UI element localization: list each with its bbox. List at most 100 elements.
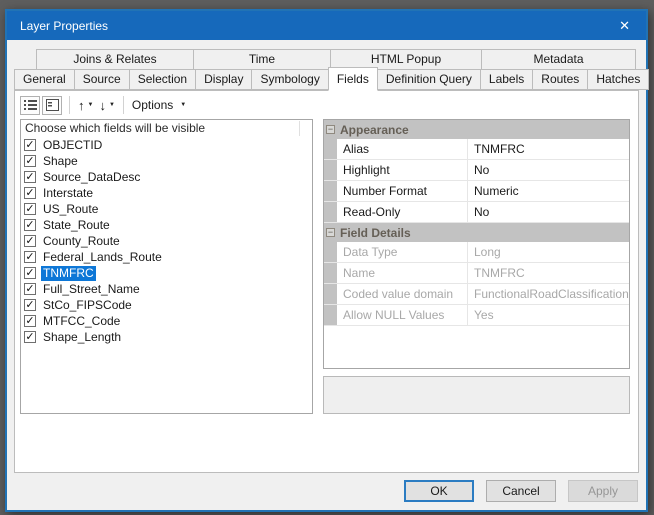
field-label[interactable]: TNMFRC [41,265,96,281]
options-button[interactable]: Options ▼ [129,95,189,115]
field-properties-panel: − Appearance Alias TNMFRC Highlight No N… [323,119,630,414]
list-view-icon [23,99,37,111]
fields-tab-page: ↑ ▼ ↓ ▼ Options ▼ Choose which fields wi… [14,90,639,473]
collapse-icon[interactable]: − [326,125,335,134]
property-value[interactable]: No [468,160,629,180]
property-label: Highlight [337,160,468,180]
section-header-appearance: − Appearance [324,120,629,139]
property-label: Read-Only [337,202,468,222]
list-item[interactable]: ✓ Shape [21,153,312,169]
cancel-button[interactable]: Cancel [486,480,556,502]
checkbox-checked-icon[interactable]: ✓ [24,331,36,343]
field-label[interactable]: Shape [41,154,80,169]
list-item[interactable]: ✓ State_Route [21,217,312,233]
list-item[interactable]: ✓ StCo_FIPSCode [21,297,312,313]
list-view-button[interactable] [20,95,40,115]
property-label: Coded value domain [337,284,468,304]
chevron-down-icon[interactable]: ▼ [109,102,115,108]
list-item[interactable]: ✓ MTFCC_Code [21,313,312,329]
move-down-button[interactable]: ↓ ▼ [96,95,117,115]
layer-properties-dialog: Layer Properties ✕ Joins & Relates Time … [5,9,650,512]
field-label[interactable]: OBJECTID [41,138,104,153]
tab-routes[interactable]: Routes [532,69,589,90]
list-item[interactable]: ✓ Source_DataDesc [21,169,312,185]
checkbox-checked-icon[interactable]: ✓ [24,139,36,151]
checkbox-checked-icon[interactable]: ✓ [24,315,36,327]
checkbox-checked-icon[interactable]: ✓ [24,235,36,247]
tab-joins-relates[interactable]: Joins & Relates [36,49,194,70]
chevron-down-icon: ▼ [180,102,187,108]
field-label[interactable]: Shape_Length [41,330,123,345]
field-label[interactable]: State_Route [41,218,112,233]
property-row: Name TNMFRC [324,263,629,284]
tab-definition-query[interactable]: Definition Query [376,69,481,90]
tab-fields[interactable]: Fields [327,67,378,91]
row-gutter [324,284,337,304]
list-item[interactable]: ✓ Interstate [21,185,312,201]
row-gutter [324,160,337,180]
checkbox-checked-icon[interactable]: ✓ [24,171,36,183]
property-value: FunctionalRoadClassification [474,287,629,301]
field-label[interactable]: County_Route [41,234,122,249]
list-item[interactable]: ✓ OBJECTID [21,137,312,153]
checkbox-checked-icon[interactable]: ✓ [24,187,36,199]
tab-selection[interactable]: Selection [128,69,197,90]
title-bar[interactable]: Layer Properties ✕ [7,11,646,40]
window-title: Layer Properties [20,18,109,33]
tab-hatches[interactable]: Hatches [587,69,650,90]
checkbox-checked-icon[interactable]: ✓ [24,219,36,231]
details-view-icon [45,99,59,111]
field-label[interactable]: StCo_FIPSCode [41,298,134,313]
checkbox-checked-icon[interactable]: ✓ [24,203,36,215]
toolbar-separator [122,96,124,114]
fields-list-header: Choose which fields will be visible [21,120,312,137]
field-label[interactable]: MTFCC_Code [41,314,122,329]
arrow-up-icon: ↑ [78,97,85,113]
property-row: Alias TNMFRC [324,139,629,160]
field-properties-grid: − Appearance Alias TNMFRC Highlight No N… [323,119,630,369]
list-item-selected[interactable]: ✓ TNMFRC [21,265,312,281]
arrow-down-icon: ↓ [99,97,106,113]
property-label: Allow NULL Values [337,305,468,325]
tab-metadata[interactable]: Metadata [481,49,636,70]
tab-display[interactable]: Display [195,69,253,90]
field-details-rows: Data Type Long Name TNMFRC Coded value d… [324,242,629,326]
move-up-button[interactable]: ↑ ▼ [75,95,96,115]
list-item[interactable]: ✓ Full_Street_Name [21,281,312,297]
list-item[interactable]: ✓ Shape_Length [21,329,312,345]
options-label: Options [131,98,174,112]
tab-symbology[interactable]: Symbology [251,69,329,90]
visible-fields-list[interactable]: Choose which fields will be visible ✓ OB… [20,119,313,414]
close-icon[interactable]: ✕ [613,18,636,34]
tab-time[interactable]: Time [193,49,331,70]
property-value[interactable]: No [468,202,629,222]
section-gutter: − [324,120,337,139]
property-row: Data Type Long [324,242,629,263]
checkbox-checked-icon[interactable]: ✓ [24,267,36,279]
collapse-icon[interactable]: − [326,228,335,237]
list-item[interactable]: ✓ US_Route [21,201,312,217]
checkbox-checked-icon[interactable]: ✓ [24,155,36,167]
field-label[interactable]: Interstate [41,186,95,201]
field-label[interactable]: Federal_Lands_Route [41,250,164,265]
tab-labels[interactable]: Labels [479,69,534,90]
ok-button[interactable]: OK [404,480,474,502]
field-label[interactable]: Full_Street_Name [41,282,142,297]
list-item[interactable]: ✓ County_Route [21,233,312,249]
list-item[interactable]: ✓ Federal_Lands_Route [21,249,312,265]
checkbox-checked-icon[interactable]: ✓ [24,251,36,263]
section-header-field-details: − Field Details [324,223,629,242]
tab-strip: Joins & Relates Time HTML Popup Metadata… [7,40,650,91]
checkbox-checked-icon[interactable]: ✓ [24,299,36,311]
property-value[interactable]: TNMFRC [468,139,629,159]
checkbox-checked-icon[interactable]: ✓ [24,283,36,295]
chevron-down-icon[interactable]: ▼ [88,102,94,108]
field-label[interactable]: Source_DataDesc [41,170,142,185]
details-view-button[interactable] [42,95,62,115]
property-value[interactable]: Numeric [468,181,629,201]
field-label[interactable]: US_Route [41,202,100,217]
tab-source[interactable]: Source [73,69,130,90]
tab-general[interactable]: General [14,69,75,90]
property-description-box [323,376,630,414]
row-gutter [324,242,337,262]
